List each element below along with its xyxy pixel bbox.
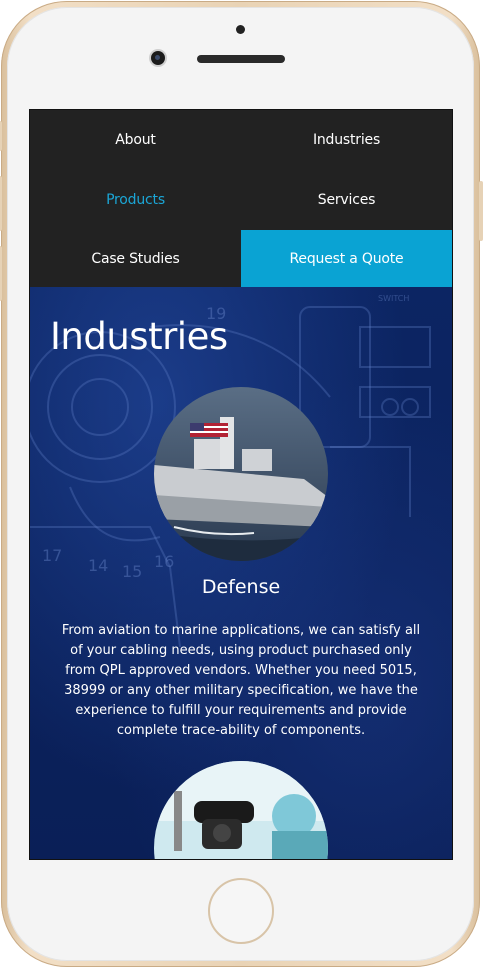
blueprint-label: 14 bbox=[88, 556, 108, 575]
blueprint-label: 17 bbox=[42, 546, 62, 565]
volume-down-button bbox=[0, 246, 2, 301]
home-button[interactable] bbox=[208, 878, 274, 944]
request-quote-button[interactable]: Request a Quote bbox=[241, 230, 452, 287]
power-button bbox=[479, 181, 483, 241]
industry-name: Defense bbox=[201, 576, 281, 598]
front-camera-icon bbox=[151, 51, 165, 65]
page-title: Industries bbox=[50, 315, 228, 358]
defense-image bbox=[154, 387, 328, 561]
main-nav: About Industries Products Services Case … bbox=[30, 110, 452, 287]
earpiece-speaker bbox=[197, 55, 285, 63]
nav-industries[interactable]: Industries bbox=[241, 110, 452, 170]
blueprint-label: 16 bbox=[154, 552, 174, 571]
industries-section: 19 17 14 15 16 SWITCH Industries Defense… bbox=[30, 287, 452, 859]
nav-services[interactable]: Services bbox=[241, 170, 452, 230]
proximity-sensor bbox=[236, 25, 245, 34]
nav-about[interactable]: About bbox=[30, 110, 241, 170]
blueprint-label: SWITCH bbox=[378, 294, 409, 303]
silent-switch bbox=[0, 121, 2, 151]
volume-up-button bbox=[0, 176, 2, 231]
nav-case-studies[interactable]: Case Studies bbox=[30, 230, 241, 287]
nav-products[interactable]: Products bbox=[30, 170, 241, 230]
industry-description: From aviation to marine applications, we… bbox=[61, 623, 421, 738]
phone-screen: About Industries Products Services Case … bbox=[29, 109, 453, 860]
